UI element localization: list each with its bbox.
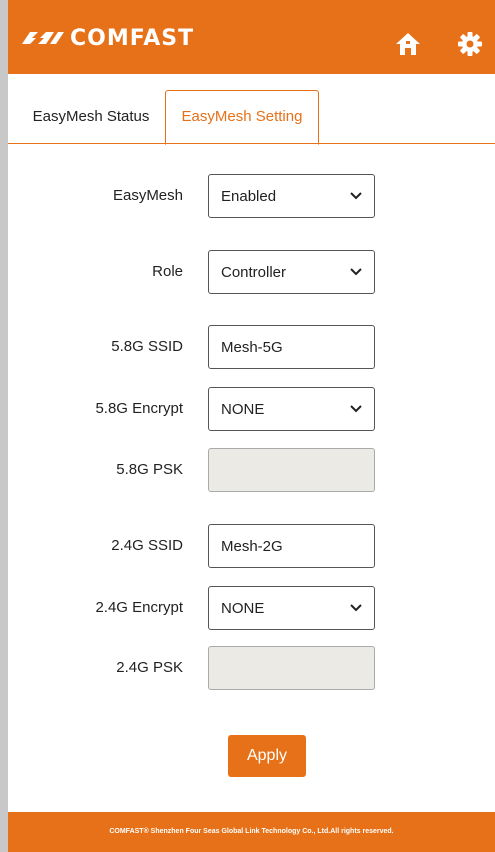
- brand-name: COMFAST: [70, 25, 195, 51]
- role-value: Controller: [221, 263, 287, 281]
- easymesh-label: EasyMesh: [112, 187, 183, 204]
- role-label: Role: [152, 263, 183, 280]
- ssid-2g-value: Mesh-2G: [221, 537, 283, 555]
- header-bar: COMFAST: [8, 0, 495, 74]
- home-icon[interactable]: [394, 30, 422, 58]
- easymesh-select[interactable]: Enabled: [208, 174, 375, 218]
- ssid-2g-label: 2.4G SSID: [111, 537, 183, 554]
- encrypt-2g-select[interactable]: NONE: [208, 586, 375, 630]
- encrypt-5g-label: 5.8G Encrypt: [95, 400, 183, 417]
- encrypt-5g-select[interactable]: NONE: [208, 387, 375, 431]
- chevron-down-icon: [350, 268, 362, 276]
- footer-bar: COMFAST® Shenzhen Four Seas Global Link …: [8, 812, 495, 852]
- tab-bar: EasyMesh Status EasyMesh Setting: [8, 90, 495, 145]
- tab-easymesh-setting[interactable]: EasyMesh Setting: [165, 90, 319, 145]
- copyright-text: COMFAST® Shenzhen Four Seas Global Link …: [109, 828, 394, 835]
- ssid-5g-value: Mesh-5G: [221, 338, 283, 356]
- gear-icon[interactable]: [456, 30, 484, 58]
- tab-divider: [8, 143, 495, 144]
- apply-button[interactable]: Apply: [228, 735, 306, 777]
- psk-2g-label: 2.4G PSK: [116, 659, 183, 676]
- easymesh-value: Enabled: [221, 187, 277, 205]
- logo-mark-icon: [22, 32, 64, 44]
- encrypt-2g-value: NONE: [221, 599, 265, 617]
- role-select[interactable]: Controller: [208, 250, 375, 294]
- psk-5g-label: 5.8G PSK: [116, 461, 183, 478]
- app-container: COMFAST EasyMesh Status EasyMesh Setting: [8, 0, 495, 852]
- window-left-border: [0, 0, 8, 852]
- psk-2g-input[interactable]: [208, 646, 375, 690]
- ssid-5g-label: 5.8G SSID: [111, 338, 183, 355]
- encrypt-5g-value: NONE: [221, 400, 265, 418]
- psk-5g-input[interactable]: [208, 448, 375, 492]
- chevron-down-icon: [350, 192, 362, 200]
- chevron-down-icon: [350, 405, 362, 413]
- chevron-down-icon: [350, 604, 362, 612]
- ssid-2g-input[interactable]: Mesh-2G: [208, 524, 375, 568]
- brand-logo: COMFAST: [20, 24, 194, 52]
- encrypt-2g-label: 2.4G Encrypt: [95, 599, 183, 616]
- ssid-5g-input[interactable]: Mesh-5G: [208, 325, 375, 369]
- tab-easymesh-status[interactable]: EasyMesh Status: [16, 91, 166, 143]
